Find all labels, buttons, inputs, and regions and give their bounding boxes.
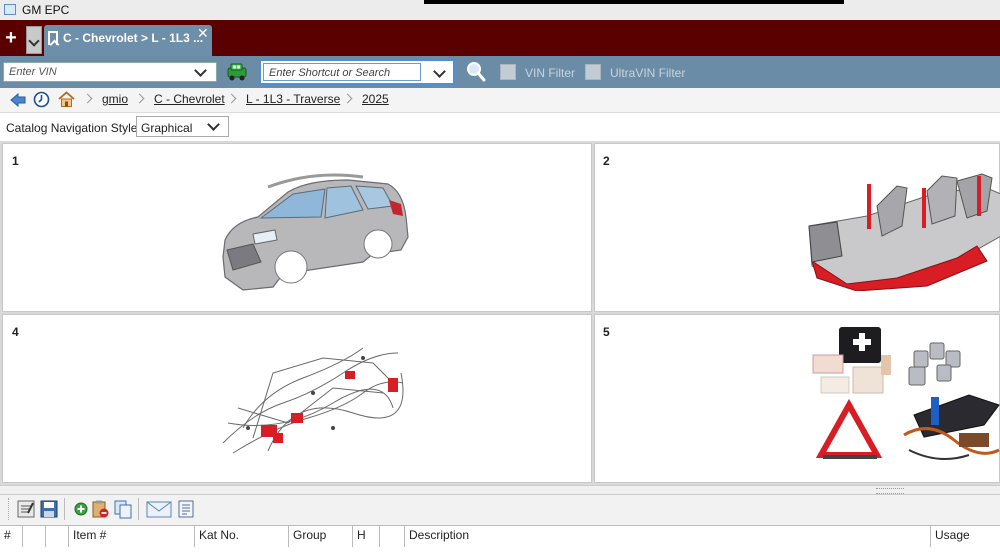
back-arrow-icon[interactable]: [10, 92, 26, 108]
vehicle-body-image[interactable]: [213, 162, 413, 294]
app-icon: [4, 4, 16, 15]
catalog-cell-2[interactable]: 2: [594, 143, 1000, 312]
ultravin-filter-checkbox[interactable]: [585, 64, 601, 80]
column-header-description[interactable]: Description: [405, 525, 931, 547]
catalog-cell-4[interactable]: 4: [2, 314, 592, 483]
column-header-kat-no[interactable]: Kat No.: [195, 525, 289, 547]
notes-icon[interactable]: [16, 499, 36, 519]
breadcrumb: [0, 88, 1000, 113]
copy-icon[interactable]: [113, 499, 133, 519]
vin-placeholder: Enter VIN: [9, 66, 57, 78]
column-header-group[interactable]: Group: [289, 525, 353, 547]
new-tab-button[interactable]: +: [2, 28, 20, 48]
search-placeholder: Enter Shortcut or Search: [269, 67, 391, 79]
chevron-down-icon[interactable]: [207, 118, 220, 131]
add-icon[interactable]: [71, 499, 91, 519]
chevron-down-icon[interactable]: [194, 64, 207, 77]
vin-filter-checkbox[interactable]: [500, 64, 516, 80]
cell-number: 5: [603, 325, 610, 339]
column-header-blank-1[interactable]: [23, 525, 46, 547]
remove-from-clipboard-icon[interactable]: [90, 499, 110, 519]
window-title-bar: GM EPC: [0, 0, 1000, 20]
nav-style-select[interactable]: Graphical: [136, 116, 229, 137]
catalog-cell-1[interactable]: 1: [2, 143, 592, 312]
cell-number: 2: [603, 154, 610, 168]
vin-filter-label: VIN Filter: [525, 66, 576, 80]
ultravin-filter-label: UltraVIN Filter: [610, 66, 686, 80]
vin-input[interactable]: Enter VIN: [3, 62, 217, 82]
tab-chevrolet[interactable]: C - Chevrolet > L - 1L3 ... ✕: [44, 25, 212, 56]
bookmark-icon[interactable]: [48, 31, 58, 45]
toolbar-grip: [8, 498, 11, 520]
column-header-item[interactable]: Item #: [69, 525, 195, 547]
wiring-harness-image[interactable]: [213, 333, 408, 463]
splitter-grip-icon[interactable]: [876, 488, 904, 494]
column-header-blank-3[interactable]: [380, 525, 405, 547]
breadcrumb-gmio[interactable]: gmio: [102, 92, 128, 106]
toolbar-separator: [138, 498, 139, 520]
cell-number: 4: [12, 325, 19, 339]
breadcrumb-year[interactable]: 2025: [362, 92, 389, 106]
nav-style-value: Graphical: [141, 121, 193, 135]
search-icon[interactable]: [466, 61, 486, 83]
shortcut-search-input[interactable]: Enter Shortcut or Search: [259, 59, 455, 85]
pane-splitter[interactable]: [0, 485, 1000, 495]
breadcrumb-chevrolet[interactable]: C - Chevrolet: [154, 92, 225, 106]
close-tab-icon[interactable]: ✕: [197, 25, 209, 42]
screen-edge-bar: [424, 0, 844, 4]
report-icon[interactable]: [176, 499, 196, 519]
save-icon[interactable]: [39, 499, 59, 519]
tab-label: C - Chevrolet > L - 1L3 ...: [63, 31, 204, 45]
vehicle-icon[interactable]: [226, 62, 248, 82]
accessories-kit-image[interactable]: [809, 325, 1000, 475]
home-icon[interactable]: [58, 91, 75, 108]
tab-list-dropdown-button[interactable]: [26, 26, 42, 54]
window-title: GM EPC: [22, 3, 70, 17]
column-header-blank-2[interactable]: [46, 525, 69, 547]
cell-number: 1: [12, 154, 19, 168]
chevron-down-icon[interactable]: [433, 65, 446, 78]
column-header-h[interactable]: H: [353, 525, 380, 547]
history-clock-icon[interactable]: [33, 91, 50, 108]
toolbar-separator: [64, 498, 65, 520]
column-header-number[interactable]: #: [0, 525, 23, 547]
search-text-area[interactable]: Enter Shortcut or Search: [263, 63, 421, 81]
interior-seats-image[interactable]: [807, 166, 1000, 292]
column-header-usage[interactable]: Usage: [931, 525, 1000, 547]
nav-style-label: Catalog Navigation Style:: [6, 121, 141, 135]
catalog-cell-5[interactable]: 5: [594, 314, 1000, 483]
email-icon[interactable]: [146, 499, 172, 519]
breadcrumb-traverse[interactable]: L - 1L3 - Traverse: [246, 92, 340, 106]
